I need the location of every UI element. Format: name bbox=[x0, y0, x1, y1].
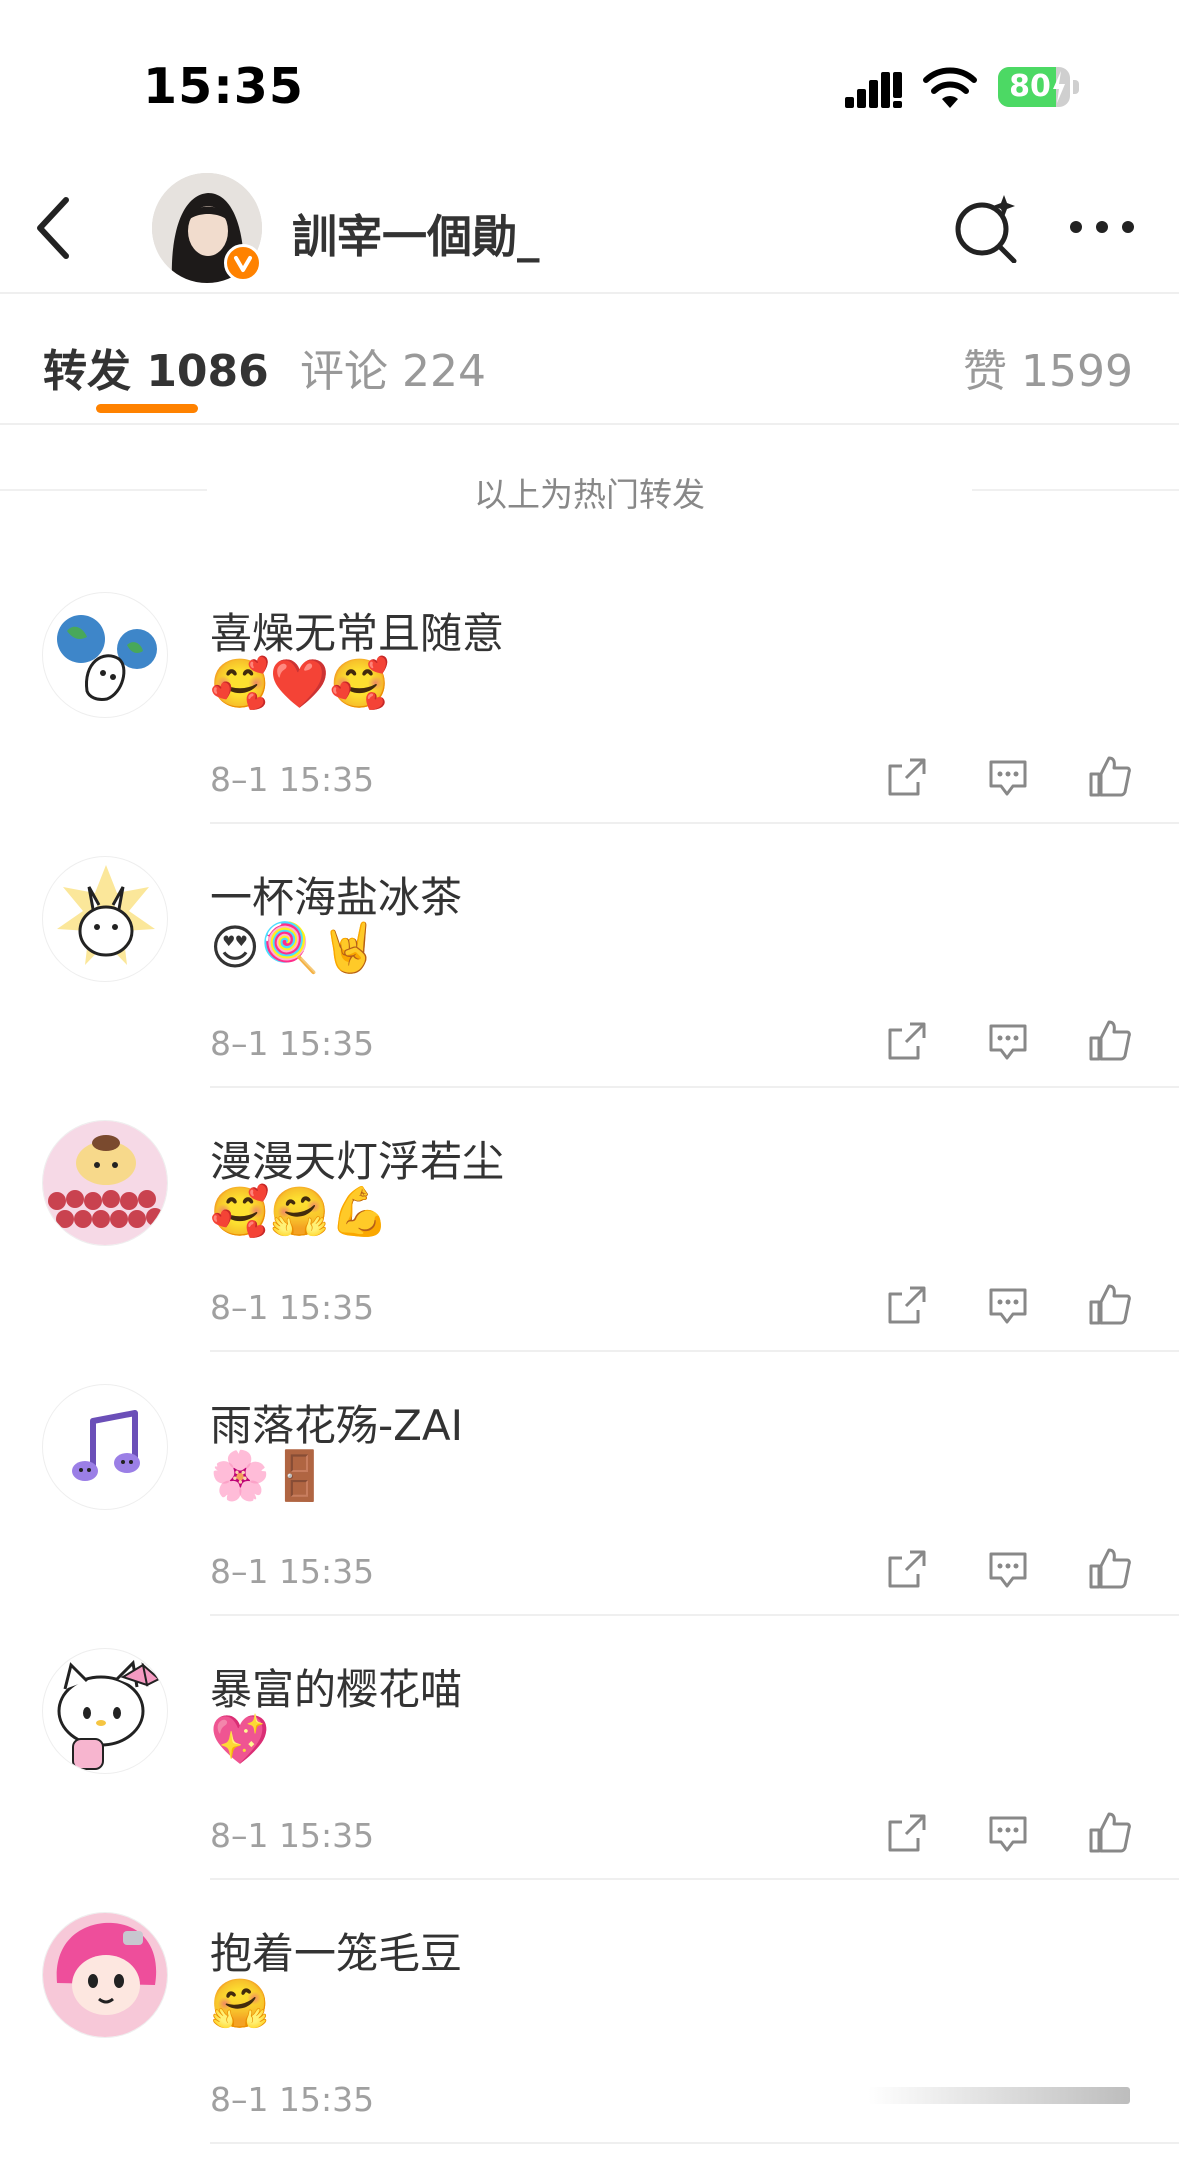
like-thumb-icon[interactable] bbox=[1087, 754, 1133, 800]
tab-repost[interactable]: 转发 1086 bbox=[43, 335, 269, 399]
timestamp: 8–1 15:35 bbox=[210, 760, 375, 799]
timestamp: 8–1 15:35 bbox=[210, 1552, 375, 1591]
profile-username[interactable]: 訓宰一個勛_ bbox=[292, 200, 540, 265]
wifi-icon bbox=[923, 67, 977, 108]
list-item[interactable]: 一杯海盐冰茶 😍🍭🤘 8–1 15:35 bbox=[0, 856, 1179, 1120]
more-options-icon[interactable] bbox=[1068, 213, 1136, 241]
timestamp: 8–1 15:35 bbox=[210, 1816, 375, 1855]
list-item[interactable]: 漫漫天灯浮若尘 🥰🤗💪 8–1 15:35 bbox=[0, 1120, 1179, 1384]
tab-comment[interactable]: 评论 224 bbox=[300, 335, 486, 399]
timestamp: 8–1 15:35 bbox=[210, 2080, 375, 2119]
white-bunny-avatar-icon bbox=[57, 865, 155, 965]
row-divider bbox=[210, 1350, 1179, 1352]
list-item[interactable]: 抱着一笼毛豆 🤗 8–1 15:35 bbox=[0, 1912, 1179, 2176]
share-icon[interactable] bbox=[884, 1282, 930, 1328]
comment-icon[interactable] bbox=[985, 1810, 1031, 1856]
battery-level-text: 80 bbox=[1009, 69, 1051, 104]
share-icon[interactable] bbox=[884, 1810, 930, 1856]
share-icon[interactable] bbox=[884, 1018, 930, 1064]
list-item[interactable]: 雨落花殇-ZAI 🌸🚪 8–1 15:35 bbox=[0, 1384, 1179, 1648]
pink-girl-avatar-icon bbox=[43, 1913, 167, 2037]
like-thumb-icon[interactable] bbox=[1087, 1810, 1133, 1856]
row-divider bbox=[210, 1878, 1179, 1880]
user-name[interactable]: 暴富的樱花喵 bbox=[210, 1656, 462, 1717]
battery-tip bbox=[1073, 80, 1079, 94]
user-avatar[interactable] bbox=[42, 1384, 168, 1510]
row-divider bbox=[210, 1614, 1179, 1616]
music-note-avatar-icon bbox=[72, 1410, 140, 1481]
faded-action-bar bbox=[868, 2087, 1130, 2104]
header-divider bbox=[0, 292, 1179, 294]
row-divider bbox=[210, 2142, 1179, 2144]
user-name[interactable]: 抱着一笼毛豆 bbox=[210, 1920, 462, 1981]
timestamp: 8–1 15:35 bbox=[210, 1024, 375, 1063]
battery-indicator: 80 bbox=[998, 67, 1080, 107]
cellular-signal-icon bbox=[845, 72, 902, 108]
list-item[interactable]: 暴富的樱花喵 💖 8–1 15:35 bbox=[0, 1648, 1179, 1912]
comment-icon[interactable] bbox=[985, 1018, 1031, 1064]
like-thumb-icon[interactable] bbox=[1087, 1546, 1133, 1592]
like-thumb-icon[interactable] bbox=[1087, 1018, 1133, 1064]
active-tab-indicator bbox=[96, 404, 198, 413]
row-divider bbox=[210, 822, 1179, 824]
user-avatar[interactable] bbox=[42, 856, 168, 982]
timestamp: 8–1 15:35 bbox=[210, 1288, 375, 1327]
hello-kitty-avatar-icon bbox=[57, 1659, 161, 1770]
user-name[interactable]: 一杯海盐冰茶 bbox=[210, 864, 462, 925]
verified-badge-icon bbox=[224, 244, 262, 282]
charging-bolt-icon bbox=[1053, 71, 1065, 103]
user-avatar[interactable] bbox=[42, 592, 168, 718]
repost-text: 🥰🤗💪 bbox=[210, 1184, 390, 1240]
status-time: 15:35 bbox=[143, 58, 304, 115]
row-divider bbox=[210, 1086, 1179, 1088]
repost-text: 🌸🚪 bbox=[210, 1448, 330, 1504]
tab-like[interactable]: 赞 1599 bbox=[963, 335, 1133, 399]
like-thumb-icon[interactable] bbox=[1087, 1282, 1133, 1328]
user-name[interactable]: 喜燥无常且随意 bbox=[210, 600, 504, 661]
user-avatar[interactable] bbox=[42, 1120, 168, 1246]
search-sparkle-icon[interactable] bbox=[952, 193, 1022, 263]
user-avatar[interactable] bbox=[42, 1648, 168, 1774]
section-title: 以上为热门转发 bbox=[474, 475, 705, 514]
repost-text: 🥰❤️🥰 bbox=[210, 656, 390, 712]
list-item[interactable]: 喜燥无常且随意 🥰❤️🥰 8–1 15:35 bbox=[0, 592, 1179, 856]
repost-text: 😍🍭🤘 bbox=[210, 920, 380, 976]
share-icon[interactable] bbox=[884, 1546, 930, 1592]
repost-text: 💖 bbox=[210, 1712, 270, 1768]
tabs-divider bbox=[0, 423, 1179, 425]
pompompurin-roses-avatar-icon bbox=[43, 1121, 167, 1245]
comment-icon[interactable] bbox=[985, 1282, 1031, 1328]
comment-icon[interactable] bbox=[985, 754, 1031, 800]
user-name[interactable]: 雨落花殇-ZAI bbox=[210, 1392, 463, 1453]
user-avatar[interactable] bbox=[42, 1912, 168, 2038]
comment-icon[interactable] bbox=[985, 1546, 1031, 1592]
earth-cat-avatar-icon bbox=[57, 615, 157, 701]
repost-text: 🤗 bbox=[210, 1976, 270, 2032]
back-arrow-icon[interactable] bbox=[26, 188, 86, 268]
share-icon[interactable] bbox=[884, 754, 930, 800]
user-name[interactable]: 漫漫天灯浮若尘 bbox=[210, 1128, 504, 1189]
